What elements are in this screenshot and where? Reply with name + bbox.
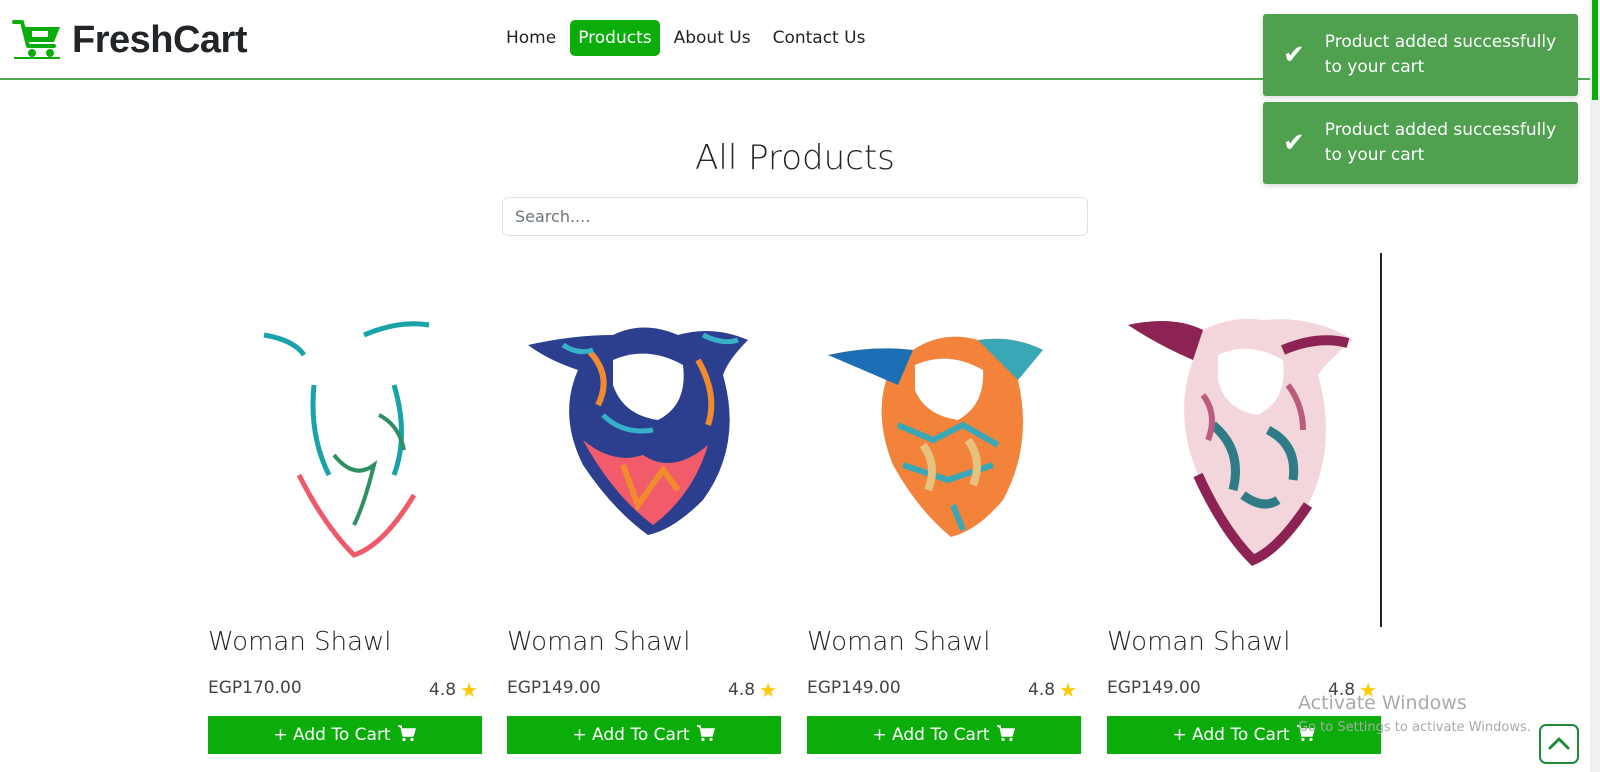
product-image[interactable] — [803, 265, 1077, 620]
watermark-subtitle: Go to Settings to activate Windows. — [1298, 720, 1531, 735]
nav-contact-us[interactable]: Contact Us — [765, 20, 874, 56]
product-rating: 4.8 ★ — [728, 678, 777, 702]
toast-notification[interactable]: ✔ Product added successfully to your car… — [1263, 102, 1578, 184]
rating-value: 4.8 — [728, 680, 756, 700]
product-image[interactable] — [503, 265, 777, 620]
scroll-to-top-button[interactable] — [1539, 724, 1579, 764]
product-card[interactable]: Woman Shawl EGP149.00 4.8 ★ + Add To Car… — [503, 265, 781, 754]
product-price: EGP149.00 — [807, 678, 901, 698]
add-to-cart-button[interactable]: + Add To Cart — [208, 716, 482, 754]
nav-about-us[interactable]: About Us — [666, 20, 759, 56]
windows-watermark: Activate Windows Go to Settings to activ… — [1298, 692, 1531, 735]
product-price: EGP149.00 — [507, 678, 601, 698]
watermark-title: Activate Windows — [1298, 692, 1467, 714]
product-rating: 4.8 ★ — [429, 678, 478, 702]
scrollbar-thumb[interactable] — [1592, 0, 1598, 100]
product-name: Woman Shawl — [208, 627, 392, 657]
add-to-cart-label: + Add To Cart — [872, 725, 990, 745]
cart-icon — [696, 724, 716, 747]
cart-icon — [12, 16, 62, 64]
product-card[interactable]: Woman Shawl EGP149.00 4.8 ★ + Add To Car… — [803, 265, 1081, 754]
check-icon: ✔ — [1283, 128, 1305, 158]
nav-home[interactable]: Home — [498, 20, 564, 56]
page-scrollbar[interactable] — [1590, 0, 1600, 772]
cart-icon — [397, 724, 417, 747]
nav-products[interactable]: Products — [570, 20, 660, 56]
add-to-cart-button[interactable]: + Add To Cart — [507, 716, 781, 754]
toast-message: Product added successfully to your cart — [1324, 32, 1557, 77]
product-rating: 4.8 ★ — [1028, 678, 1077, 702]
rating-value: 4.8 — [1028, 680, 1056, 700]
add-to-cart-button[interactable]: + Add To Cart — [807, 716, 1081, 754]
toast-message: Product added successfully to your cart — [1324, 120, 1557, 165]
product-image[interactable] — [1103, 265, 1377, 620]
add-to-cart-label: + Add To Cart — [1172, 725, 1290, 745]
cart-icon — [996, 724, 1016, 747]
product-price: EGP170.00 — [208, 678, 302, 698]
brand-name: FreshCart — [72, 18, 248, 61]
product-name: Woman Shawl — [507, 627, 691, 657]
product-card[interactable]: Woman Shawl EGP149.00 4.8 ★ + Add To Car… — [1103, 265, 1381, 754]
add-to-cart-label: + Add To Cart — [572, 725, 690, 745]
search-input[interactable] — [502, 197, 1088, 236]
divider — [1380, 253, 1382, 627]
product-image[interactable] — [204, 265, 478, 620]
brand-logo[interactable]: FreshCart — [12, 16, 248, 64]
toast-notification[interactable]: ✔ Product added successfully to your car… — [1263, 14, 1578, 96]
star-icon: ★ — [460, 678, 478, 702]
product-price: EGP149.00 — [1107, 678, 1201, 698]
product-name: Woman Shawl — [807, 627, 991, 657]
chevron-up-icon — [1548, 736, 1570, 753]
product-card[interactable]: Woman Shawl EGP170.00 4.8 ★ + Add To Car… — [204, 265, 482, 754]
star-icon: ★ — [1059, 678, 1077, 702]
star-icon: ★ — [759, 678, 777, 702]
add-to-cart-label: + Add To Cart — [273, 725, 391, 745]
check-icon: ✔ — [1283, 40, 1305, 70]
nav-links: Home Products About Us Contact Us — [498, 20, 873, 56]
rating-value: 4.8 — [429, 680, 457, 700]
product-name: Woman Shawl — [1107, 627, 1291, 657]
